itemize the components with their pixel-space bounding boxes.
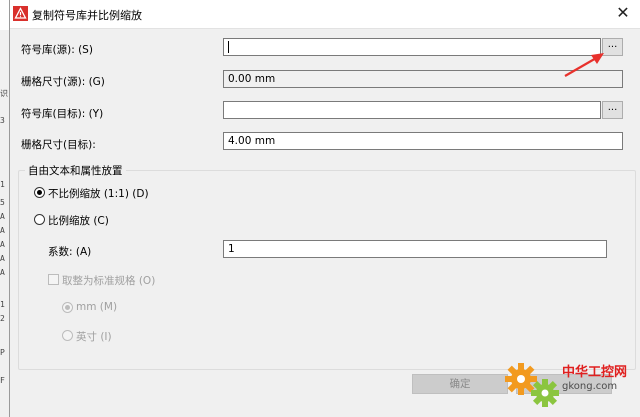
factor-input[interactable]: 1 <box>223 240 607 258</box>
target-library-input[interactable] <box>223 101 601 119</box>
bg-fragment: 1 <box>0 300 5 309</box>
dialog-window: 复制符号库并比例缩放 ✕ 符号库(源): (S) ... 栅格尺寸(源): (G… <box>9 0 640 417</box>
bg-fragment: 1 <box>0 180 5 189</box>
bg-fragment: P <box>0 348 5 357</box>
ok-button[interactable]: 确定 <box>412 374 508 394</box>
placement-group-title: 自由文本和属性放置 <box>25 163 126 178</box>
bg-fragment: 3 <box>0 116 5 125</box>
source-library-label: 符号库(源): (S) <box>21 44 93 56</box>
title-bar[interactable]: 复制符号库并比例缩放 ✕ <box>10 0 640 29</box>
dialog-title: 复制符号库并比例缩放 <box>32 9 142 22</box>
target-library-browse-button[interactable]: ... <box>602 101 623 119</box>
bg-fragment: A <box>0 226 5 235</box>
round-label: 取整为标准规格 (O) <box>62 275 156 287</box>
annotation-arrow-icon <box>564 53 604 77</box>
unit-mm-label: mm (M) <box>76 301 118 313</box>
target-library-label: 符号库(目标): (Y) <box>21 108 104 120</box>
target-grid-input[interactable]: 4.00 mm <box>223 132 623 150</box>
close-button[interactable]: ✕ <box>606 0 640 28</box>
source-grid-label: 栅格尺寸(源): (G) <box>21 76 105 88</box>
text-caret <box>228 41 229 53</box>
no-scale-label[interactable]: 不比例缩放 (1:1) (D) <box>48 186 149 201</box>
bg-fragment: A <box>0 240 5 249</box>
source-library-input[interactable] <box>223 38 601 56</box>
watermark-gear-icon <box>505 363 559 407</box>
scale-label[interactable]: 比例缩放 (C) <box>48 213 109 228</box>
bg-fragment: F <box>0 376 5 385</box>
watermark-brand: 中华工控网 <box>562 365 628 380</box>
round-checkbox[interactable] <box>48 274 59 285</box>
bg-fragment: 2 <box>0 314 5 323</box>
close-icon: ✕ <box>616 3 630 22</box>
bg-fragment: A <box>0 212 5 221</box>
bg-fragment: 识 <box>0 89 8 98</box>
watermark-url: gkong.com <box>562 381 618 392</box>
unit-inch-label: 英寸 (I) <box>76 331 112 343</box>
unit-inch-radio[interactable] <box>62 330 73 341</box>
bg-fragment: A <box>0 268 5 277</box>
unit-mm-radio[interactable] <box>62 302 73 313</box>
target-grid-label: 栅格尺寸(目标): <box>21 139 96 151</box>
bg-fragment: A <box>0 254 5 263</box>
app-icon <box>13 6 28 21</box>
bg-fragment: 5 <box>0 198 5 207</box>
factor-label: 系数: (A) <box>48 246 92 258</box>
scale-radio[interactable] <box>34 214 45 225</box>
no-scale-radio[interactable] <box>34 187 45 198</box>
